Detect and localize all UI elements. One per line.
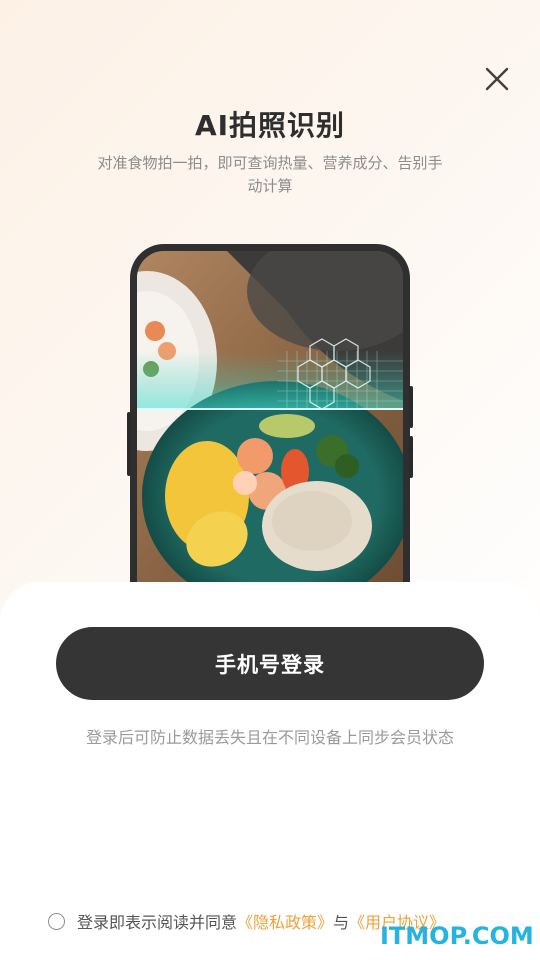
login-hint: 登录后可防止数据丢失且在不同设备上同步会员状态 xyxy=(85,728,454,747)
food-photo-image xyxy=(137,251,403,591)
privacy-policy-link[interactable]: 《隐私政策》 xyxy=(237,909,333,933)
phone-login-button[interactable]: 手机号登录 xyxy=(56,627,484,700)
phone-illustration xyxy=(127,244,413,604)
page-title: AI拍照识别 xyxy=(194,109,346,142)
agreement-checkbox[interactable] xyxy=(48,912,65,930)
watermark: ITMOP.COM xyxy=(380,922,534,950)
close-icon[interactable] xyxy=(480,62,514,96)
page-subtitle: 对准食物拍一拍，即可查询热量、营养成分、告别手动计算 xyxy=(97,154,443,195)
agreement-conjunction: 与 xyxy=(333,913,350,932)
agreement-prefix: 登录即表示阅读并同意 xyxy=(77,913,238,932)
